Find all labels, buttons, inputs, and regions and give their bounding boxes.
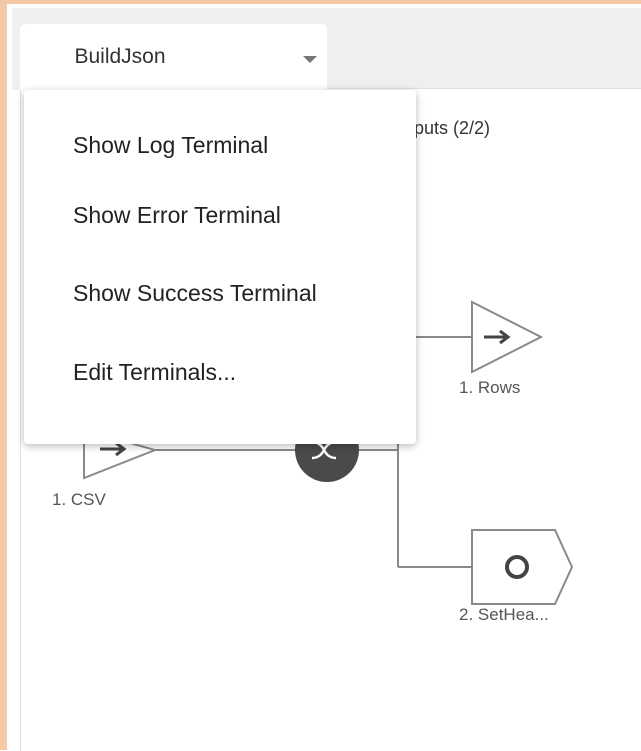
- menu-item-show-success-terminal[interactable]: Show Success Terminal: [24, 263, 416, 323]
- terminal-label-csv: 1. CSV: [52, 490, 106, 509]
- menu-item-show-log-terminal[interactable]: Show Log Terminal: [24, 115, 416, 175]
- arrow-right-icon[interactable]: [471, 300, 544, 374]
- terminal-context-menu: Show Log Terminal Show Error Terminal Sh…: [24, 90, 416, 444]
- circle-icon[interactable]: [471, 529, 574, 605]
- terminal-label-rows: 1. Rows: [459, 378, 521, 397]
- terminal-label-setheader: 2. SetHea...: [459, 605, 549, 624]
- menu-item-show-error-terminal[interactable]: Show Error Terminal: [24, 185, 416, 245]
- menu-item-edit-terminals[interactable]: Edit Terminals...: [24, 342, 416, 402]
